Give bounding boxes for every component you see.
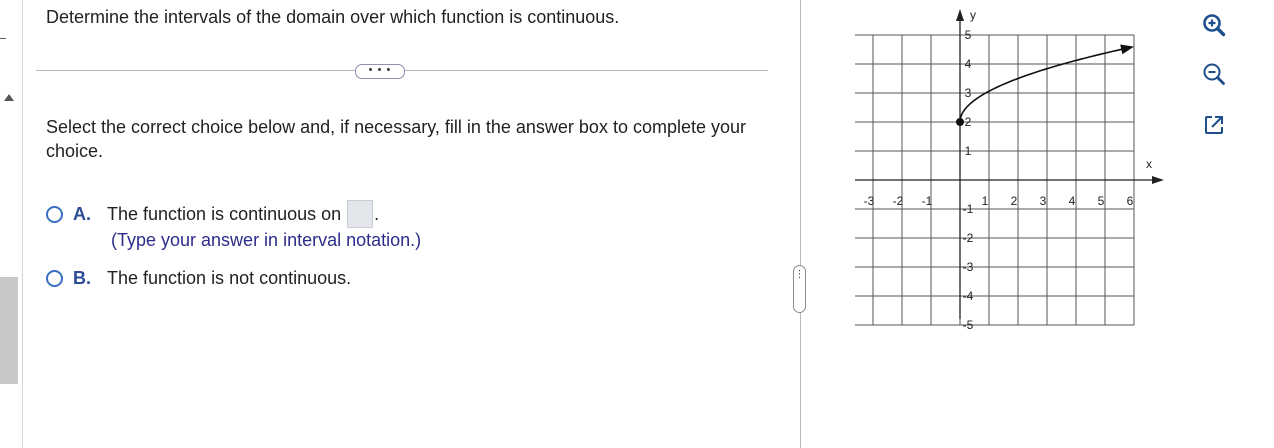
y-axis-label: y xyxy=(970,8,976,22)
x-tick-label: 1 xyxy=(982,194,989,208)
function-curve xyxy=(959,48,1125,123)
divider-handle[interactable]: ⋮ xyxy=(793,265,806,313)
choice-a-suffix: . xyxy=(374,203,380,224)
choice-b[interactable]: B. The function is not continuous. xyxy=(46,268,351,289)
y-tick-label: -1 xyxy=(963,202,974,216)
popout-button[interactable] xyxy=(1199,110,1229,140)
function-graph: xy-4-3-2-112345654321-1-2-3-4-5 xyxy=(855,8,1164,332)
y-tick-label: 4 xyxy=(965,57,972,71)
choice-a[interactable]: A. The function is continuous on . xyxy=(46,200,379,228)
y-tick-label: 5 xyxy=(965,28,972,42)
y-tick-label: -2 xyxy=(963,231,974,245)
more-button[interactable]: • • • xyxy=(355,64,405,79)
y-tick-label: -3 xyxy=(963,260,974,274)
panel-divider[interactable] xyxy=(800,0,801,448)
choice-a-radio[interactable] xyxy=(46,205,63,223)
zoom-in-icon xyxy=(1203,14,1226,37)
y-tick-label: -4 xyxy=(963,289,974,303)
y-tick-label: 3 xyxy=(965,86,972,100)
x-axis-label: x xyxy=(1146,157,1152,171)
x-tick-label: -3 xyxy=(864,194,875,208)
zoom-out-icon xyxy=(1203,63,1225,85)
x-tick-label: 6 xyxy=(1127,194,1134,208)
x-axis-arrow xyxy=(1152,176,1164,184)
choice-a-hint: (Type your answer in interval notation.) xyxy=(111,230,422,250)
x-tick-label: -1 xyxy=(922,194,933,208)
x-tick-label: 4 xyxy=(1069,194,1076,208)
answer-input-box[interactable] xyxy=(347,200,374,228)
x-tick-label: 3 xyxy=(1040,194,1047,208)
question-text: Determine the intervals of the domain ov… xyxy=(46,7,620,27)
zoom-in-button[interactable] xyxy=(1199,10,1229,40)
curve-end-arrow xyxy=(1120,44,1134,55)
choice-b-letter: B. xyxy=(73,268,91,288)
choice-a-text: The function is continuous on xyxy=(107,203,342,224)
popout-icon xyxy=(1205,116,1223,134)
x-tick-label: -2 xyxy=(893,194,904,208)
y-tick-label: 2 xyxy=(965,115,972,129)
scrollbar-thumb[interactable] xyxy=(0,277,18,384)
curve-start-point xyxy=(956,118,964,126)
y-tick-label: -5 xyxy=(963,318,974,332)
left-scroll-gutter xyxy=(0,0,23,448)
y-tick-label: 1 xyxy=(965,144,972,158)
zoom-out-button[interactable] xyxy=(1199,59,1229,89)
choice-b-radio[interactable] xyxy=(46,270,63,287)
x-tick-label: 2 xyxy=(1011,194,1018,208)
instruction-text: Select the correct choice below and, if … xyxy=(46,117,747,161)
x-tick-label: 5 xyxy=(1098,194,1105,208)
choice-b-text: The function is not continuous. xyxy=(107,268,352,288)
scroll-up-icon[interactable] xyxy=(4,94,14,101)
y-axis-arrow xyxy=(956,9,964,21)
choice-a-letter: A. xyxy=(73,203,91,224)
gutter-marker xyxy=(0,38,6,39)
